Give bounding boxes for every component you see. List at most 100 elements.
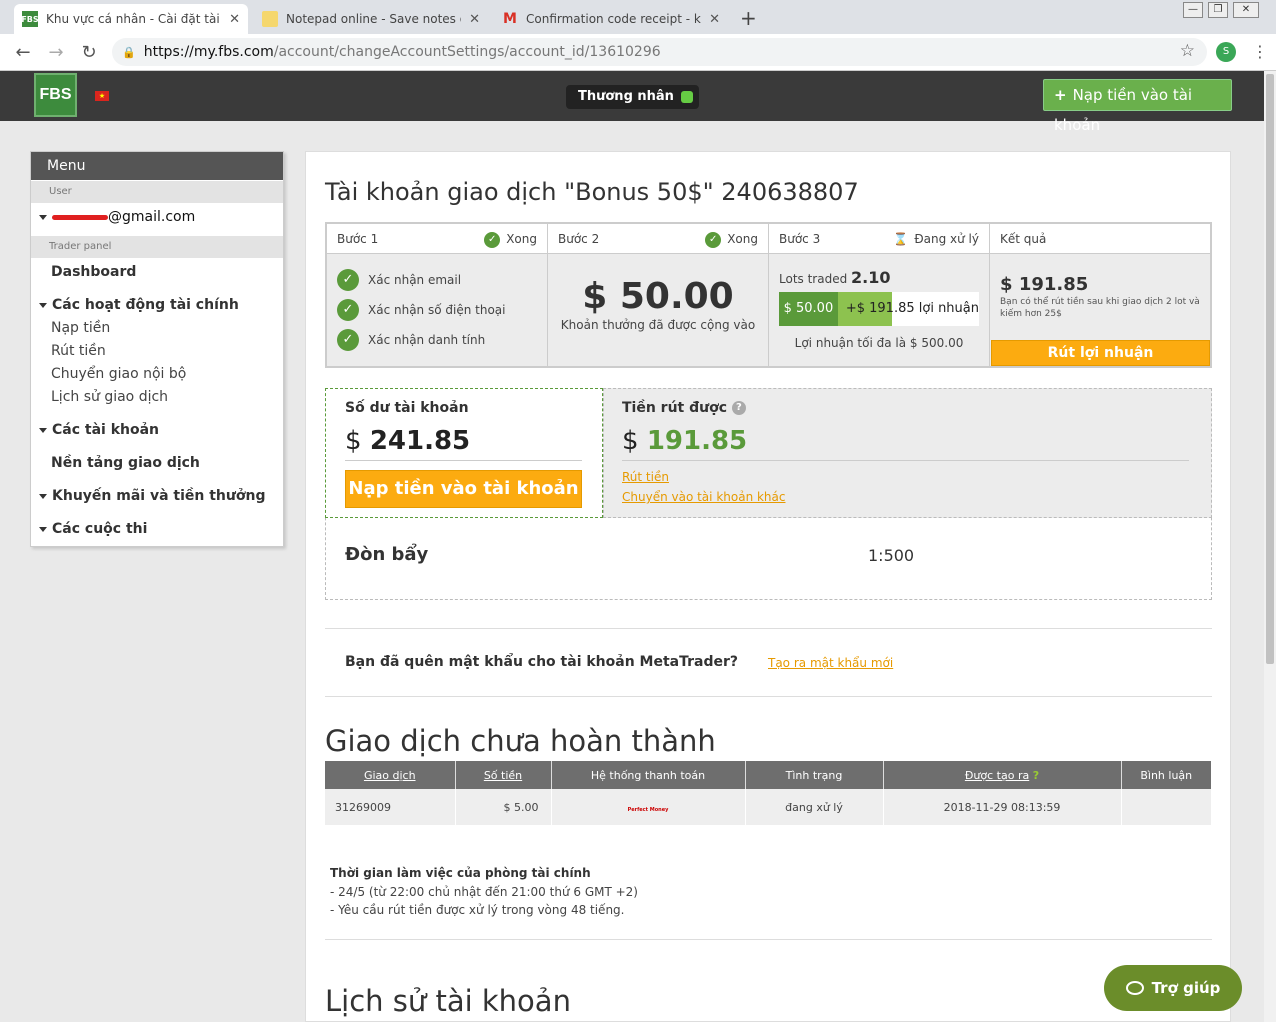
- step-2: Bước 2 ✓ Xong $ 50.00 Khoản thưởng đã được…: [548, 224, 769, 366]
- notepad-favicon-icon: [262, 11, 278, 27]
- finance-group-label: Các hoạt động tài chính: [52, 297, 239, 313]
- step-1: Bước 1 ✓ Xong ✓ Xác nhận email ✓ Xác nhận số…: [327, 224, 548, 366]
- withdraw-profit-button[interactable]: Rút lợi nhuận: [991, 340, 1210, 366]
- leverage-value: 1:500: [868, 546, 915, 565]
- table-header-row: Giao dịch Số tiền Hệ thống thanh toán Tì…: [325, 761, 1211, 789]
- create-password-link[interactable]: Tạo ra mật khẩu mới: [768, 656, 893, 670]
- header-deposit-button[interactable]: + Nạp tiền vào tài khoản: [1043, 79, 1232, 134]
- tab-gmail[interactable]: M Confirmation code receipt - kissthief …: [494, 4, 728, 34]
- trader-status-label: Thương nhân: [578, 89, 674, 104]
- back-icon[interactable]: ←: [10, 40, 36, 66]
- balance-block: Số dư tài khoản $ 241.85 Nạp tiền vào tà…: [325, 388, 1212, 600]
- divider: [345, 460, 582, 461]
- finance-hours-line-1: - 24/5 (từ 22:00 chủ nhật đến 21:00 thứ …: [330, 885, 638, 899]
- tab-fbs[interactable]: FBS Khu vực cá nhân - Cài đặt tài khoản …: [14, 4, 248, 34]
- sidebar-user-email[interactable]: @gmail.com: [39, 209, 195, 225]
- hourglass-icon: ⌛: [893, 232, 909, 246]
- minimize-icon[interactable]: —: [1183, 2, 1203, 18]
- sidebar-group-accounts[interactable]: Các tài khoản: [39, 422, 159, 438]
- help-question-icon[interactable]: ?: [731, 401, 746, 415]
- result-value: 191.85: [1018, 274, 1089, 295]
- sidebar-group-contests[interactable]: Các cuộc thi: [39, 521, 147, 537]
- site-header: FBS ★ Thương nhân + Nạp tiền vào tài khoả…: [0, 71, 1264, 134]
- menu-title: Menu: [31, 152, 283, 180]
- column-transaction[interactable]: Giao dịch: [325, 761, 456, 789]
- browser-tab-bar: FBS Khu vực cá nhân - Cài đặt tài khoản …: [0, 0, 1276, 34]
- close-tab-icon[interactable]: ✕: [709, 12, 720, 27]
- tab-title: Khu vực cá nhân - Cài đặt tài khoản: [46, 12, 221, 26]
- step-3-status: Đang xử lý: [914, 232, 979, 246]
- verify-identity-row: ✓ Xác nhận danh tính: [337, 329, 485, 351]
- header-deposit-label: Nạp tiền vào tài khoản: [1054, 86, 1193, 134]
- profile-avatar[interactable]: S: [1216, 42, 1236, 62]
- profit-progress-bar: $ 50.00 +$ 191.85 lợi nhuận: [779, 292, 979, 326]
- perfect-money-logo: Perfect Money: [627, 806, 669, 813]
- withdrawable-label-text: Tiền rút được: [622, 400, 728, 416]
- new-tab-icon[interactable]: +: [740, 6, 757, 30]
- check-icon: ✓: [484, 231, 501, 248]
- currency-sign: $: [1000, 274, 1013, 295]
- trader-section-header: Trader panel: [31, 236, 283, 258]
- sidebar-item-internal-transfer[interactable]: Chuyển giao nội bộ: [51, 366, 186, 382]
- column-created[interactable]: Được tạo ra ?: [883, 761, 1122, 789]
- column-amount[interactable]: Số tiền: [455, 761, 552, 789]
- history-title: Lịch sử tài khoản: [325, 984, 571, 1018]
- transaction-amount: $ 5.00: [455, 789, 552, 825]
- step-3-header: Bước 3 ⌛ Đang xử lý: [769, 224, 989, 254]
- step-3-label: Bước 3: [779, 232, 821, 246]
- sidebar-group-finance[interactable]: Các hoạt động tài chính: [39, 297, 239, 313]
- check-icon: ✓: [337, 299, 359, 321]
- finance-hours-line-2: - Yêu cầu rút tiền được xử lý trong vòng…: [330, 903, 625, 917]
- help-chat-button[interactable]: Trợ giúp: [1104, 965, 1242, 1011]
- close-tab-icon[interactable]: ✕: [229, 12, 240, 27]
- restore-icon[interactable]: ❐: [1208, 2, 1228, 18]
- close-tab-icon[interactable]: ✕: [469, 12, 480, 27]
- pending-table: Giao dịch Số tiền Hệ thống thanh toán Tì…: [325, 761, 1211, 825]
- transfer-link[interactable]: Chuyển vào tài khoản khác: [622, 490, 786, 504]
- sidebar-item-platforms[interactable]: Nền tảng giao dịch: [51, 455, 200, 471]
- caret-down-icon: [39, 526, 47, 532]
- check-icon: ✓: [337, 329, 359, 351]
- column-label: Số tiền: [483, 768, 523, 782]
- sidebar-item-transaction-history[interactable]: Lịch sử giao dịch: [51, 389, 168, 405]
- star-icon[interactable]: ☆: [1180, 41, 1195, 61]
- browser-menu-icon[interactable]: ⋮: [1252, 42, 1268, 61]
- address-bar[interactable]: 🔒 https://my.fbs.com/account/changeAccou…: [112, 38, 1207, 66]
- caret-down-icon: [39, 493, 47, 499]
- url-host: https://my.fbs.com: [143, 44, 274, 60]
- user-section-header: User: [31, 181, 283, 203]
- divider: [325, 696, 1212, 697]
- forward-icon[interactable]: →: [43, 40, 69, 66]
- reload-icon[interactable]: ↻: [76, 40, 102, 66]
- trader-status-badge[interactable]: Thương nhân: [566, 85, 699, 109]
- gem-icon: [681, 91, 693, 103]
- table-row: 31269009 $ 5.00 Perfect Money đang xử lý…: [325, 789, 1211, 825]
- balance-deposit-button[interactable]: Nạp tiền vào tài khoản: [345, 470, 582, 508]
- lots-label: Lots traded: [779, 272, 848, 286]
- forgot-password-question: Bạn đã quên mật khẩu cho tài khoản MetaT…: [345, 654, 739, 670]
- fbs-logo[interactable]: FBS: [34, 73, 77, 117]
- step-1-label: Bước 1: [337, 232, 379, 246]
- withdraw-link[interactable]: Rút tiền: [622, 470, 669, 484]
- browser-toolbar: ← → ↻ 🔒 https://my.fbs.com/account/chang…: [0, 34, 1276, 71]
- profit-segment: +$ 191.85 lợi nhuận: [837, 292, 979, 326]
- step-2-status: Xong: [727, 232, 758, 246]
- column-label: Được tạo ra: [964, 768, 1030, 782]
- contests-label: Các cuộc thi: [52, 521, 148, 537]
- redacted-mark: [52, 214, 108, 220]
- sidebar-item-dashboard[interactable]: Dashboard: [51, 264, 136, 280]
- verify-phone-row: ✓ Xác nhận số điện thoại: [337, 299, 505, 321]
- balance-label: Số dư tài khoản: [345, 400, 469, 416]
- tab-notepad[interactable]: Notepad online - Save notes online ✕: [254, 4, 488, 34]
- step-2-header: Bước 2 ✓ Xong: [548, 224, 768, 254]
- column-comment: Bình luận: [1121, 761, 1211, 789]
- help-question-icon[interactable]: ?: [1033, 769, 1039, 782]
- close-window-icon[interactable]: ✕: [1233, 2, 1259, 18]
- scrollbar-thumb[interactable]: [1266, 74, 1274, 664]
- tab-title: Confirmation code receipt - kissthief: [526, 12, 701, 26]
- vietnam-flag-icon[interactable]: ★: [95, 91, 109, 101]
- sidebar-item-withdraw[interactable]: Rút tiền: [51, 343, 106, 359]
- check-icon: ✓: [337, 269, 359, 291]
- sidebar-item-deposit[interactable]: Nạp tiền: [51, 320, 110, 336]
- sidebar-group-promotions[interactable]: Khuyến mãi và tiền thưởng: [39, 488, 265, 504]
